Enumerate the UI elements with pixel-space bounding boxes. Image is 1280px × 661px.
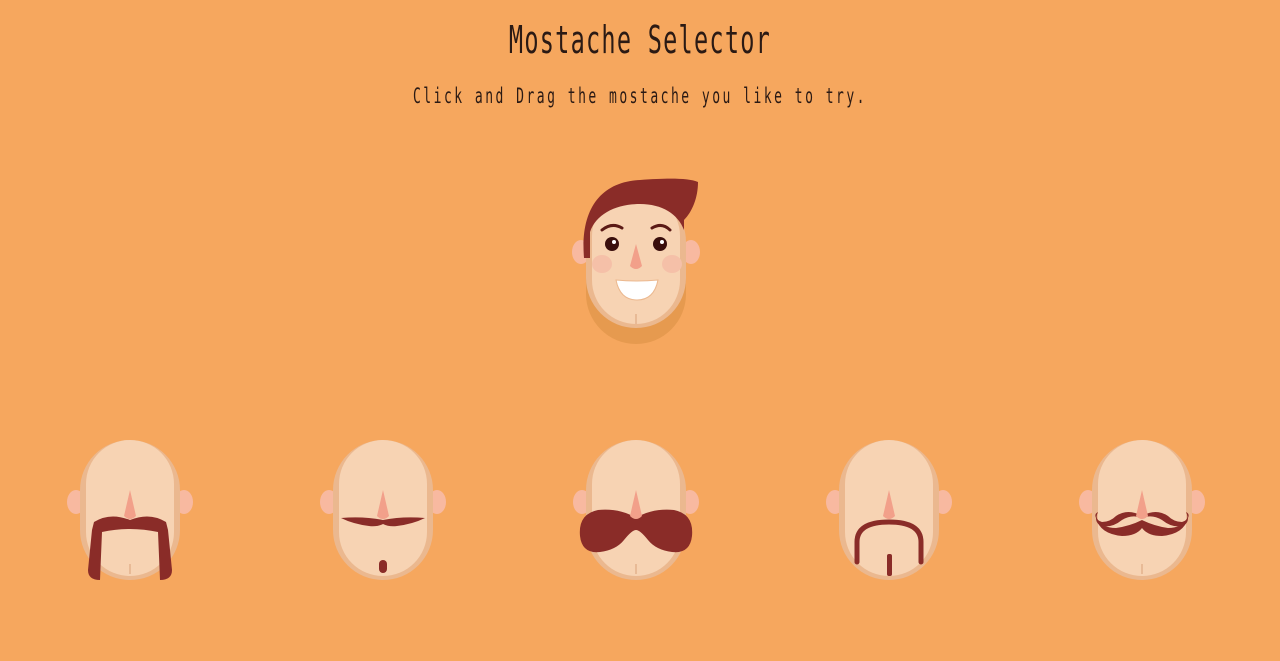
page-title: Mostache Selector — [508, 18, 772, 62]
horseshoe-mustache-option[interactable] — [60, 432, 200, 588]
goatee-mustache-option[interactable] — [819, 432, 959, 588]
handlebar-mustache-icon[interactable] — [1072, 432, 1212, 588]
pencil-mustache-icon[interactable] — [313, 432, 453, 588]
preview-face — [560, 170, 716, 350]
walrus-mustache-icon[interactable] — [566, 432, 706, 588]
walrus-mustache-option[interactable] — [566, 432, 706, 588]
handlebar-mustache-option[interactable] — [1072, 432, 1212, 588]
pencil-mustache-option[interactable] — [313, 432, 453, 588]
mustache-options — [0, 432, 1280, 592]
page-subtitle: Click and Drag the mostache you like to … — [412, 84, 868, 108]
horseshoe-mustache-icon[interactable] — [60, 432, 200, 588]
goatee-mustache-icon[interactable] — [819, 432, 959, 588]
smiling-man-face-icon — [572, 178, 700, 344]
